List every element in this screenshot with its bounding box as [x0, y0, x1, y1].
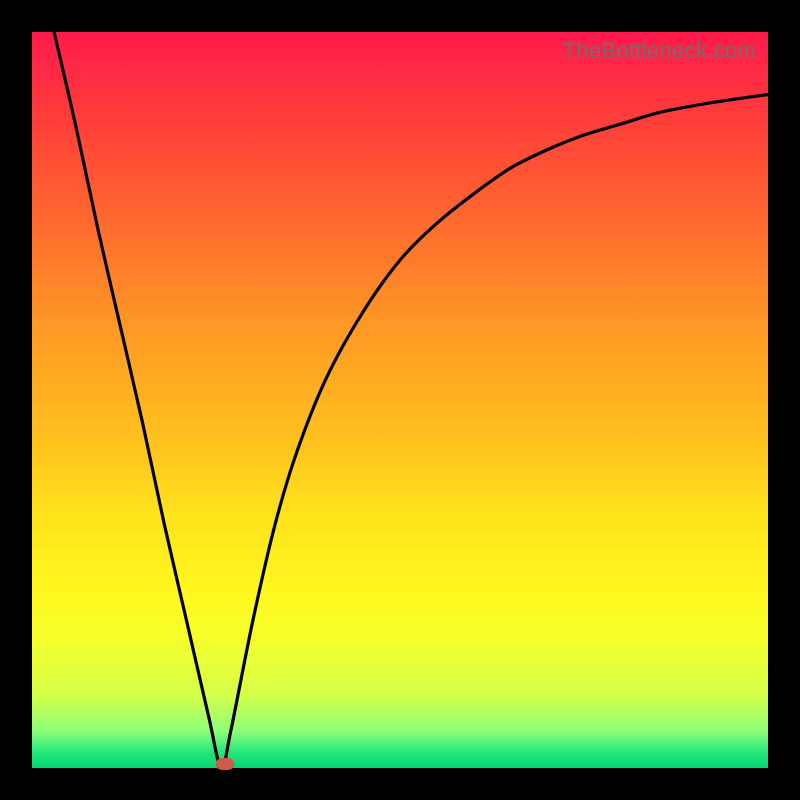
chart-frame: TheBottleneck.com	[0, 0, 800, 800]
optimal-point-marker	[216, 758, 234, 770]
bottleneck-curve	[54, 32, 768, 768]
curve-svg	[32, 32, 768, 768]
plot-area: TheBottleneck.com	[32, 32, 768, 768]
